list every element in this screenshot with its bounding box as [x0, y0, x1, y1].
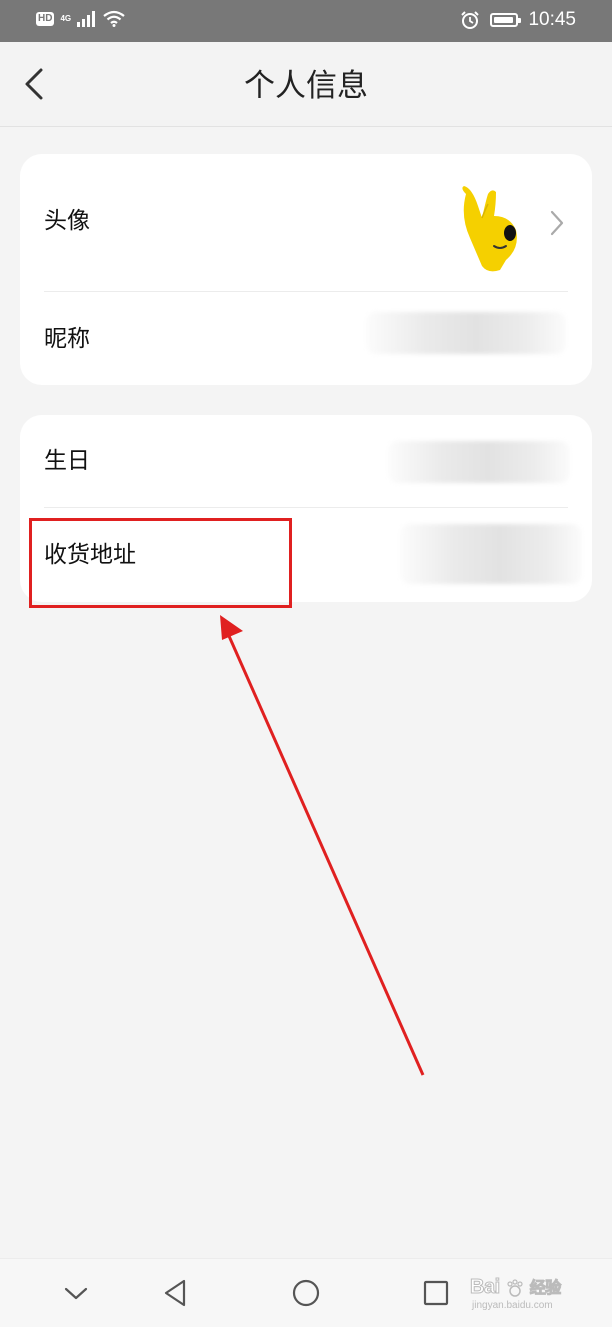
- watermark-brand-suffix: 经验: [529, 1280, 562, 1298]
- birthday-row[interactable]: 生日: [20, 415, 592, 507]
- birthday-value-blurred: [388, 441, 570, 483]
- avatar[interactable]: [452, 186, 532, 272]
- wifi-icon: [103, 10, 125, 27]
- profile-card: 头像 昵称: [20, 154, 592, 385]
- nav-header: 个人信息: [0, 42, 612, 127]
- signal-icon: [77, 10, 96, 27]
- network-type: 4G: [60, 14, 72, 23]
- annotation-highlight-box: [29, 518, 292, 608]
- status-right: 10:45: [460, 9, 576, 31]
- birthday-label: 生日: [44, 448, 90, 474]
- status-time: 10:45: [528, 9, 576, 30]
- nav-back-triangle-icon[interactable]: [156, 1273, 196, 1313]
- hide-nav-chevron-down-icon[interactable]: [56, 1273, 96, 1313]
- nav-home-circle-icon[interactable]: [286, 1273, 326, 1313]
- watermark-brand: Bai: [470, 1276, 501, 1299]
- nickname-row[interactable]: 昵称: [20, 292, 592, 385]
- chevron-right-icon: [550, 210, 564, 236]
- watermark-site: jingyan.baidu.com: [472, 1300, 553, 1311]
- paw-icon: [507, 1279, 523, 1297]
- nickname-value-blurred: [366, 312, 566, 354]
- nav-recents-square-icon[interactable]: [416, 1273, 456, 1313]
- battery-icon: [490, 13, 522, 27]
- status-left: HD 4G: [36, 10, 125, 27]
- status-bar: HD 4G 10:45: [0, 0, 612, 42]
- nickname-label: 昵称: [44, 326, 90, 352]
- hd-badge: HD: [36, 11, 55, 26]
- avatar-label: 头像: [44, 208, 90, 234]
- alarm-icon: [461, 11, 480, 29]
- page-title: 个人信息: [244, 68, 368, 104]
- avatar-row[interactable]: 头像: [20, 154, 592, 291]
- address-value-blurred: [400, 524, 582, 584]
- baidu-watermark: Bai 经验 jingyan.baidu.com: [470, 1270, 580, 1320]
